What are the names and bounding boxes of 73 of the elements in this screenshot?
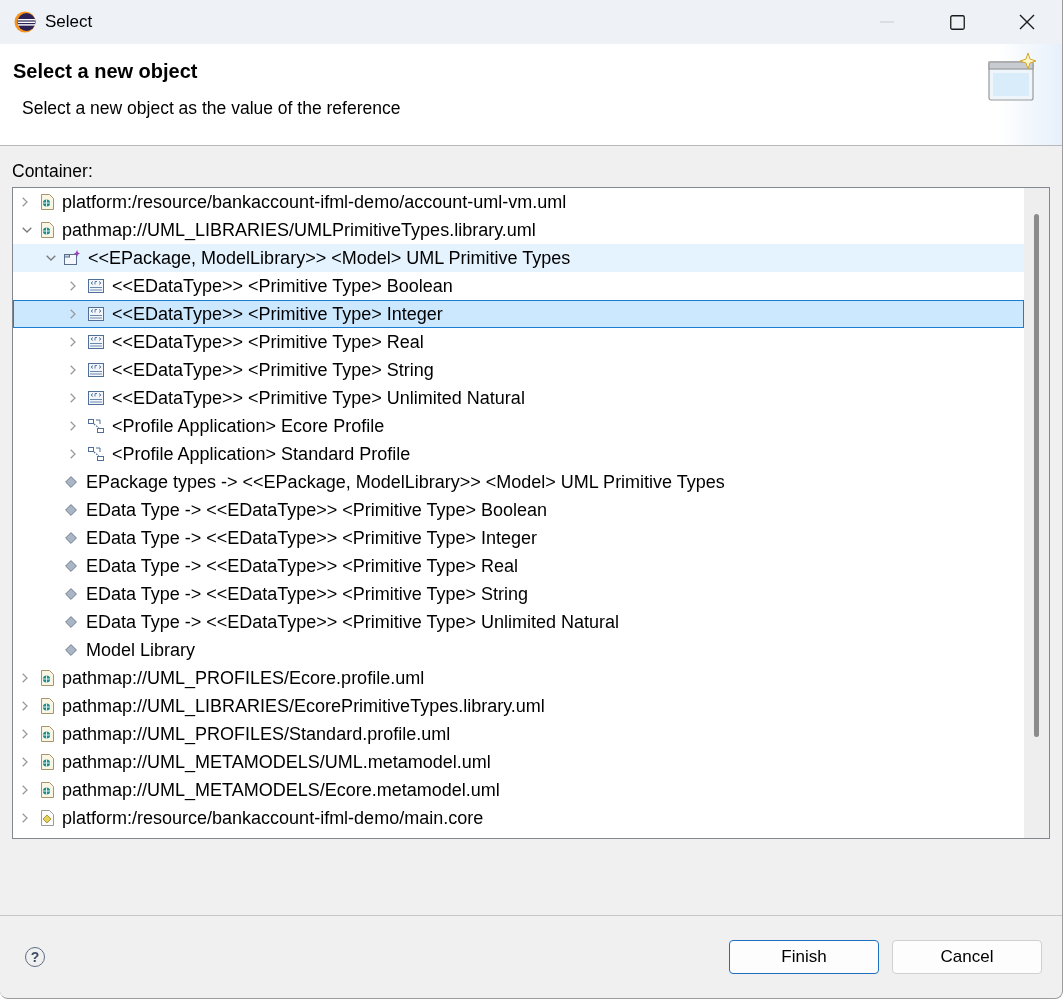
chevron-down-icon[interactable] [46,255,56,261]
chevron-right-icon[interactable] [70,393,76,403]
package-icon [64,250,80,266]
tree-item[interactable]: pathmap://UML_PROFILES/Ecore.profile.uml [13,664,1024,692]
diamond-icon [65,644,77,656]
tree-item[interactable]: <<EDataType>> <Primitive Type> Real [13,328,1024,356]
tree-item[interactable]: EData Type -> <<EDataType>> <Primitive Type> Unlimited Natural [13,608,1024,636]
tree-item[interactable]: <<EDataType>> <Primitive Type> String [13,356,1024,384]
chevron-right-icon[interactable] [22,729,28,739]
tree-item[interactable]: platform:/resource/bankaccount-ifml-demo/main.core [13,804,1024,832]
chevron-right-icon[interactable] [70,309,76,319]
diamond-icon [65,532,77,544]
diamond-icon [65,476,77,488]
window-sparkle-icon [988,52,1038,104]
chevron-right-icon[interactable] [22,757,28,767]
diamond-icon [65,504,77,516]
scrollbar-thumb[interactable] [1034,214,1039,737]
page-description: Select a new object as the value of the reference [21,98,402,118]
chevron-right-icon[interactable] [70,281,76,291]
dashed-arrow-icon [88,447,104,461]
file-globe-icon [40,754,54,770]
tree-item[interactable]: EData Type -> <<EDataType>> <Primitive Type> String [13,580,1024,608]
close-icon[interactable] [1019,14,1035,30]
file-globe-icon [40,698,54,714]
chevron-right-icon[interactable] [22,701,28,711]
tree-item[interactable]: platform:/resource/bankaccount-ifml-demo/account-uml-vm.uml [13,188,1024,216]
app-icon [14,11,36,33]
tree-item[interactable]: pathmap://UML_LIBRARIES/EcorePrimitiveTypes.library.uml [13,692,1024,720]
file-globe-icon [40,726,54,742]
file-globe-icon [40,670,54,686]
chevron-right-icon[interactable] [70,337,76,347]
tree-item[interactable]: <<EDataType>> <Primitive Type> Unlimited Natural [13,384,1024,412]
page-title: Select a new object [13,59,199,83]
finish-button[interactable]: Finish [729,940,879,974]
chevron-right-icon[interactable] [70,365,76,375]
tree-item[interactable]: pathmap://UML_METAMODELS/UML.metamodel.uml [13,748,1024,776]
tree-item[interactable]: <<EDataType>> <Primitive Type> Integer [13,300,1024,328]
diamond-icon [65,616,77,628]
chevron-right-icon[interactable] [70,449,76,459]
file-globe-icon [40,194,54,210]
datatype-icon [88,279,104,293]
tree-item[interactable]: EPackage types -> <<EPackage, ModelLibrary>> <Model> UML Primitive Types [13,468,1024,496]
diamond-icon [65,560,77,572]
cancel-button[interactable]: Cancel [892,940,1042,974]
tree-item[interactable]: Model Library [13,636,1024,664]
chevron-right-icon[interactable] [22,813,28,823]
datatype-icon [88,363,104,377]
tree-item[interactable]: <<EDataType>> <Primitive Type> Boolean [13,272,1024,300]
datatype-icon [88,335,104,349]
diamond-icon [65,588,77,600]
tree-item[interactable]: EData Type -> <<EDataType>> <Primitive Type> Boolean [13,496,1024,524]
file-globe-icon [40,782,54,798]
chevron-right-icon[interactable] [70,421,76,431]
file-diamond-icon [40,810,54,826]
chevron-right-icon[interactable] [22,197,28,207]
tree-item[interactable]: pathmap://UML_PROFILES/Standard.profile.uml [13,720,1024,748]
tree-item[interactable]: pathmap://UML_LIBRARIES/UMLPrimitiveTypes.library.uml [13,216,1024,244]
maximize-icon[interactable] [949,14,965,30]
window-title: Select [45,12,93,32]
container-label: Container: [12,161,94,181]
tree-item[interactable]: pathmap://UML_METAMODELS/Ecore.metamodel.uml [13,776,1024,804]
chevron-right-icon[interactable] [22,673,28,683]
file-globe-icon [40,222,54,238]
dashed-arrow-icon [88,419,104,433]
chevron-down-icon[interactable] [22,227,32,233]
chevron-right-icon[interactable] [22,785,28,795]
tree-item[interactable]: <Profile Application> Standard Profile [13,440,1024,468]
datatype-icon [88,391,104,405]
tree-item[interactable]: EData Type -> <<EDataType>> <Primitive Type> Integer [13,524,1024,552]
datatype-icon [88,307,104,321]
tree-item[interactable]: <Profile Application> Ecore Profile [13,412,1024,440]
tree-item[interactable]: <<EPackage, ModelLibrary>> <Model> UML Primitive Types [13,244,1024,272]
tree-item[interactable]: EData Type -> <<EDataType>> <Primitive Type> Real [13,552,1024,580]
